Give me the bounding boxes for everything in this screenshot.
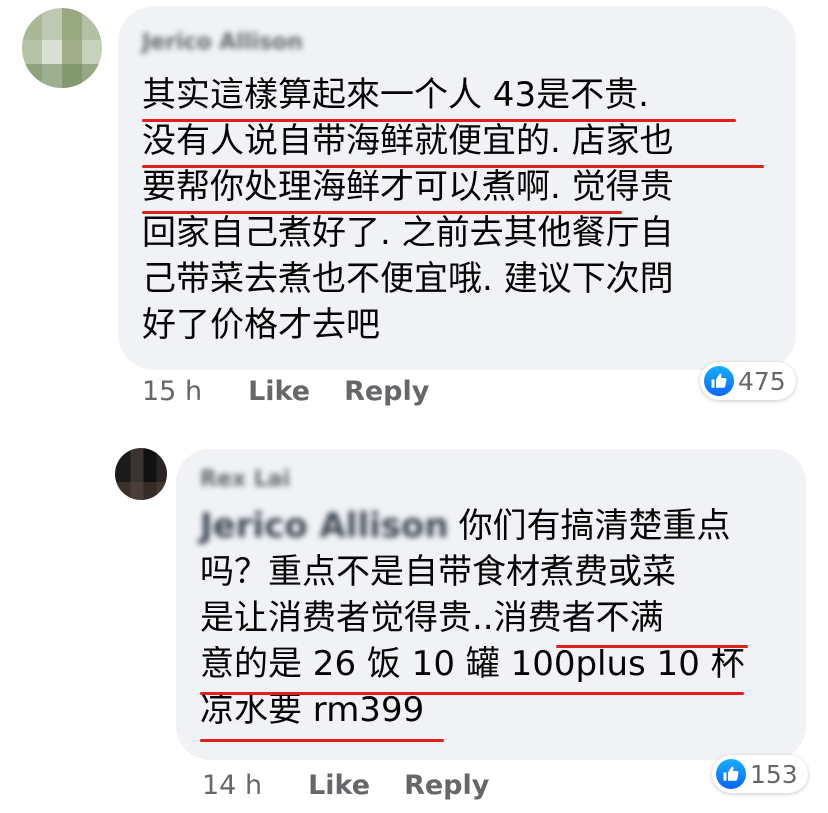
reaction-count-badge[interactable]: 153 <box>712 755 808 793</box>
like-button[interactable]: Like <box>248 376 310 407</box>
comment-line: 吗？重点不是自带食材煮费或菜 <box>200 552 676 592</box>
comment-text: Jerico Allison 你们有搞清楚重点 吗？重点不是自带食材煮费或菜 是让… <box>200 503 796 733</box>
annotation-underline <box>142 211 622 214</box>
avatar[interactable] <box>22 8 102 88</box>
annotation-underline <box>200 692 744 695</box>
avatar[interactable] <box>115 448 167 500</box>
reply-button[interactable]: Reply <box>404 770 489 801</box>
comment-bubble: Jerico Allison 其实這樣算起來一个人 43是不贵. 没有人说自带海… <box>118 6 796 370</box>
comment-author[interactable]: Rex Lai <box>200 467 290 492</box>
annotation-underline <box>142 165 764 168</box>
comment-bubble: Rex Lai Jerico Allison 你们有搞清楚重点 吗？重点不是自带食… <box>176 449 806 760</box>
comment-line: 没有人说自带海鲜就便宜的. 店家也 <box>142 121 674 161</box>
reaction-count-badge[interactable]: 475 <box>700 362 796 400</box>
reaction-count: 153 <box>750 759 798 789</box>
comment-timestamp[interactable]: 14 h <box>202 770 262 801</box>
comment-text: 其实這樣算起來一个人 43是不贵. 没有人说自带海鲜就便宜的. 店家也 要帮你处… <box>142 72 782 348</box>
comment-line: Jerico Allison 你们有搞清楚重点 <box>200 503 796 549</box>
comment-line: 其实這樣算起來一个人 43是不贵. <box>142 75 649 115</box>
comment-line: 好了价格才去吧 <box>142 305 380 345</box>
comment-author[interactable]: Jerico Allison <box>142 30 303 55</box>
like-thumb-icon <box>704 366 734 396</box>
comment-line: 己带菜去煮也不便宜哦. 建议下次問 <box>142 259 674 299</box>
reply-button[interactable]: Reply <box>344 376 429 407</box>
comment-meta: 15 h Like Reply <box>142 376 463 407</box>
like-thumb-icon <box>716 759 746 789</box>
reaction-count: 475 <box>738 366 786 396</box>
annotation-underline <box>200 739 444 742</box>
comment-line: 要帮你处理海鲜才可以煮啊. 觉得贵 <box>142 167 674 207</box>
like-button[interactable]: Like <box>308 770 370 801</box>
annotation-underline <box>142 119 736 122</box>
mention-tag[interactable]: Jerico Allison <box>200 503 449 549</box>
comment-meta: 14 h Like Reply <box>202 770 523 801</box>
comment-line: 是让消费者觉得贵..消费者不满 <box>200 598 664 638</box>
comment-timestamp[interactable]: 15 h <box>142 376 202 407</box>
comment-line: 回家自己煮好了. 之前去其他餐厅自 <box>142 213 674 253</box>
annotation-underline <box>556 645 748 648</box>
